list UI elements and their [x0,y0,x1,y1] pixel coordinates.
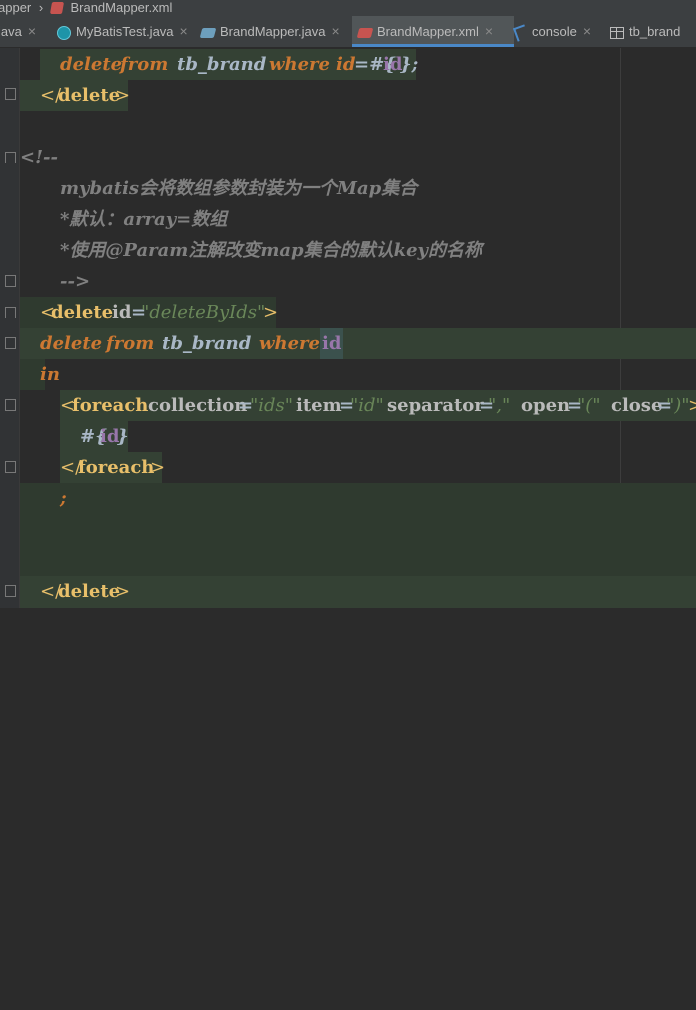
fold-icon[interactable] [5,399,16,411]
comment-text: *使用@Param注解改变map集合的默认key的名称 [60,240,482,261]
param-close: }; [400,54,419,75]
breadcrumb-separator: › [38,0,44,15]
tab-label: BrandMapper.java [220,24,326,39]
breadcrumb-parent[interactable]: apper [0,0,31,16]
tag-bracket: > [150,457,166,478]
keyword: where [259,333,320,354]
semicolon: ; [60,488,67,509]
attr-name: id [112,302,132,323]
tag-bracket: > [115,581,131,602]
code-line: ; [20,483,696,514]
tab-label: BrandMapper.xml [377,24,479,39]
mapper-xml-icon [49,2,64,14]
code-line: delete from tb_brand where id =#{ id }; [40,49,419,80]
attr-value: "deleteByIds" [141,302,266,323]
attr-value: "," [488,395,511,416]
table-name: tb_brand [162,333,252,354]
close-icon[interactable]: × [180,23,188,39]
fold-icon[interactable] [5,307,16,318]
breadcrumb: apper › BrandMapper.xml [0,0,696,16]
column-name: id [320,328,344,359]
attr-name: close [611,395,663,416]
attr-value: "(" [577,395,601,416]
code-line: *默认：array=数组 [20,204,696,235]
keyword: where [269,54,330,75]
column-name: id [336,54,356,75]
code-line: mybatis会将数组参数封装为一个Map集合 [20,173,696,204]
code-line: --> [20,266,696,297]
breadcrumb-file[interactable]: BrandMapper.xml [70,0,172,16]
tab-console[interactable]: console × [512,16,601,47]
tag-name: delete [58,85,121,106]
keyword: from [106,333,155,354]
code-line [20,514,696,576]
tag-name: delete [51,302,114,323]
close-icon[interactable]: × [332,23,340,39]
close-icon[interactable]: × [583,23,591,39]
tab-java[interactable]: java × [0,16,46,47]
keyword: delete [40,333,103,354]
code-line: </ foreach > [60,452,166,483]
tab-brandmapper-java[interactable]: BrandMapper.java × [199,16,349,47]
fold-icon[interactable] [5,585,16,597]
tab-mybatistest[interactable]: MyBatisTest.java × [57,16,193,47]
close-icon[interactable]: × [28,23,36,39]
code-line: delete from tb_brand where id [20,328,696,359]
tab-label: console [532,24,577,39]
console-icon [512,23,530,42]
tag-bracket: > [263,302,279,323]
attr-value: ")" [666,395,690,416]
comment-close: --> [60,271,91,292]
tab-label: tb_brand [629,24,681,39]
tab-brandmapper-xml[interactable]: BrandMapper.xml × [352,16,514,47]
fold-icon[interactable] [5,337,16,349]
keyword: in [40,364,60,385]
comment-open: <!-- [20,147,58,168]
java-class-icon [57,25,71,40]
code-line: < foreach collection = "ids" item = "id"… [60,390,696,421]
comment-text: *默认：array=数组 [60,209,228,230]
tag-bracket: > [115,85,131,106]
code-line: *使用@Param注解改变map集合的默认key的名称 [20,235,696,266]
fold-icon[interactable] [5,88,16,100]
code-line: </ delete > [20,80,131,111]
tab-label: MyBatisTest.java [76,24,174,39]
code-line: in [20,359,60,390]
tag-name: foreach [78,457,155,478]
attr-name: item [296,395,342,416]
code-line: <!-- [20,142,696,173]
tab-tb-brand[interactable]: tb_brand [610,16,696,47]
editor-gutter [0,48,20,608]
code-line: < delete id = "deleteByIds" > [20,297,279,328]
close-icon[interactable]: × [485,23,493,39]
param-close: } [117,426,129,447]
table-icon [610,26,624,39]
comment-text: mybatis会将数组参数封装为一个Map集合 [60,178,418,199]
attr-name: separator [387,395,484,416]
code-line: #{ id } [60,421,129,452]
mapper-java-icon [199,27,217,38]
fold-icon[interactable] [5,275,16,287]
tag-name: delete [58,581,121,602]
attr-name: collection [148,395,248,416]
fold-icon[interactable] [5,152,16,163]
keyword: delete [60,54,123,75]
tag-bracket: > [688,395,696,416]
attr-name: open [521,395,571,416]
fold-icon[interactable] [5,461,16,473]
code-line: </ delete > [20,576,696,608]
attr-value: "id" [350,395,384,416]
mapper-xml-icon [356,27,374,38]
keyword: from [120,54,169,75]
tab-label: java [0,24,22,39]
attr-value: "ids" [250,395,294,416]
code-editor[interactable]: delete from tb_brand where id =#{ id }; … [0,48,696,608]
tag-name: foreach [72,395,149,416]
editor-tabs: java × MyBatisTest.java × BrandMapper.java… [0,16,696,48]
table-name: tb_brand [177,54,267,75]
